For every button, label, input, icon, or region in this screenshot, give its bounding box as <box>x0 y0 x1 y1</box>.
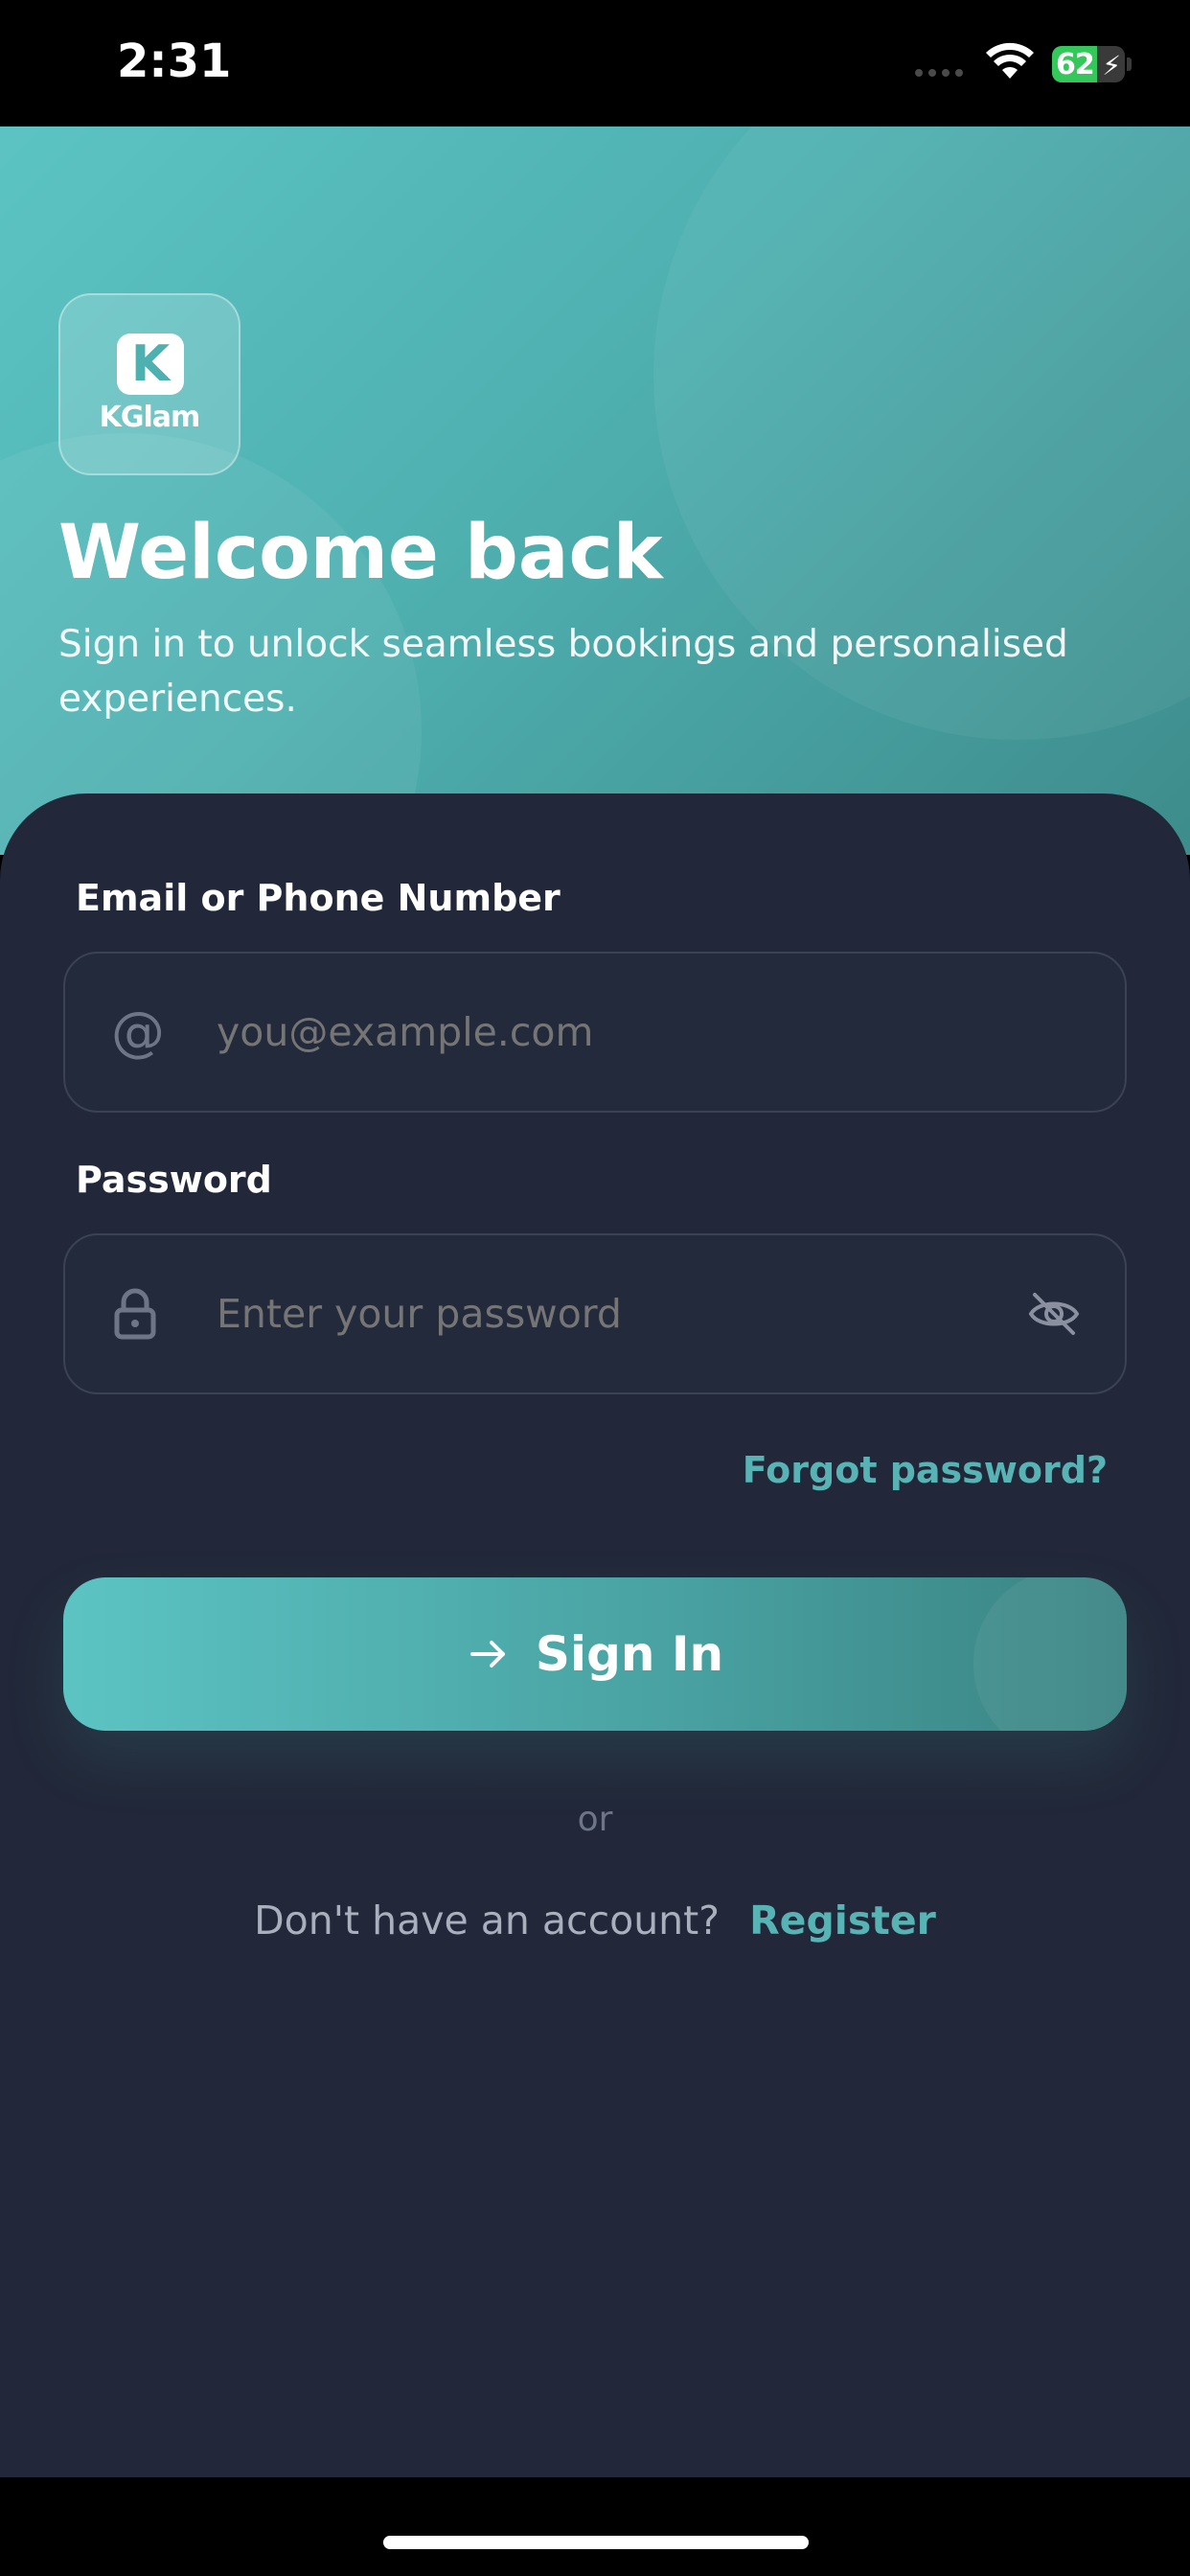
bottom-bar <box>0 2477 1190 2576</box>
lock-icon <box>114 1288 156 1340</box>
page-title: Welcome back <box>58 510 663 596</box>
signin-button-label: Sign In <box>535 1626 724 1682</box>
wifi-icon <box>986 42 1034 79</box>
password-input[interactable] <box>217 1291 983 1337</box>
logo-name: KGlam <box>99 401 201 434</box>
register-row: Don't have an account? Register <box>0 1898 1190 1944</box>
register-link[interactable]: Register <box>749 1898 936 1944</box>
email-field[interactable]: @ <box>63 952 1127 1113</box>
email-label: Email or Phone Number <box>76 877 561 919</box>
or-divider: or <box>577 1800 613 1839</box>
battery-cap <box>1127 58 1132 71</box>
signin-button[interactable]: Sign In <box>63 1577 1127 1731</box>
status-time: 2:31 <box>117 34 232 88</box>
page-subtitle: Sign in to unlock seamless bookings and … <box>58 623 1068 721</box>
app-logo: K KGlam <box>58 293 240 475</box>
arrow-right-icon <box>469 1641 505 1668</box>
status-bar: 2:31 62 ⚡ <box>0 0 1190 126</box>
home-indicator[interactable] <box>383 2536 809 2549</box>
charging-bolt-icon: ⚡ <box>1102 50 1121 81</box>
battery-percent: 62 <box>1056 48 1095 81</box>
battery-icon: 62 ⚡ <box>1052 46 1125 82</box>
at-icon: @ <box>111 1000 165 1064</box>
logo-mark: K <box>117 334 184 395</box>
register-prompt: Don't have an account? <box>254 1898 721 1944</box>
email-input[interactable] <box>217 1009 983 1055</box>
forgot-password-link[interactable]: Forgot password? <box>743 1449 1108 1491</box>
eye-off-icon[interactable] <box>1025 1285 1083 1343</box>
cellular-signal-icon <box>915 69 963 77</box>
hero-header: K KGlam Welcome back Sign in to unlock s… <box>0 126 1190 855</box>
password-label: Password <box>76 1159 272 1201</box>
password-field[interactable] <box>63 1233 1127 1394</box>
